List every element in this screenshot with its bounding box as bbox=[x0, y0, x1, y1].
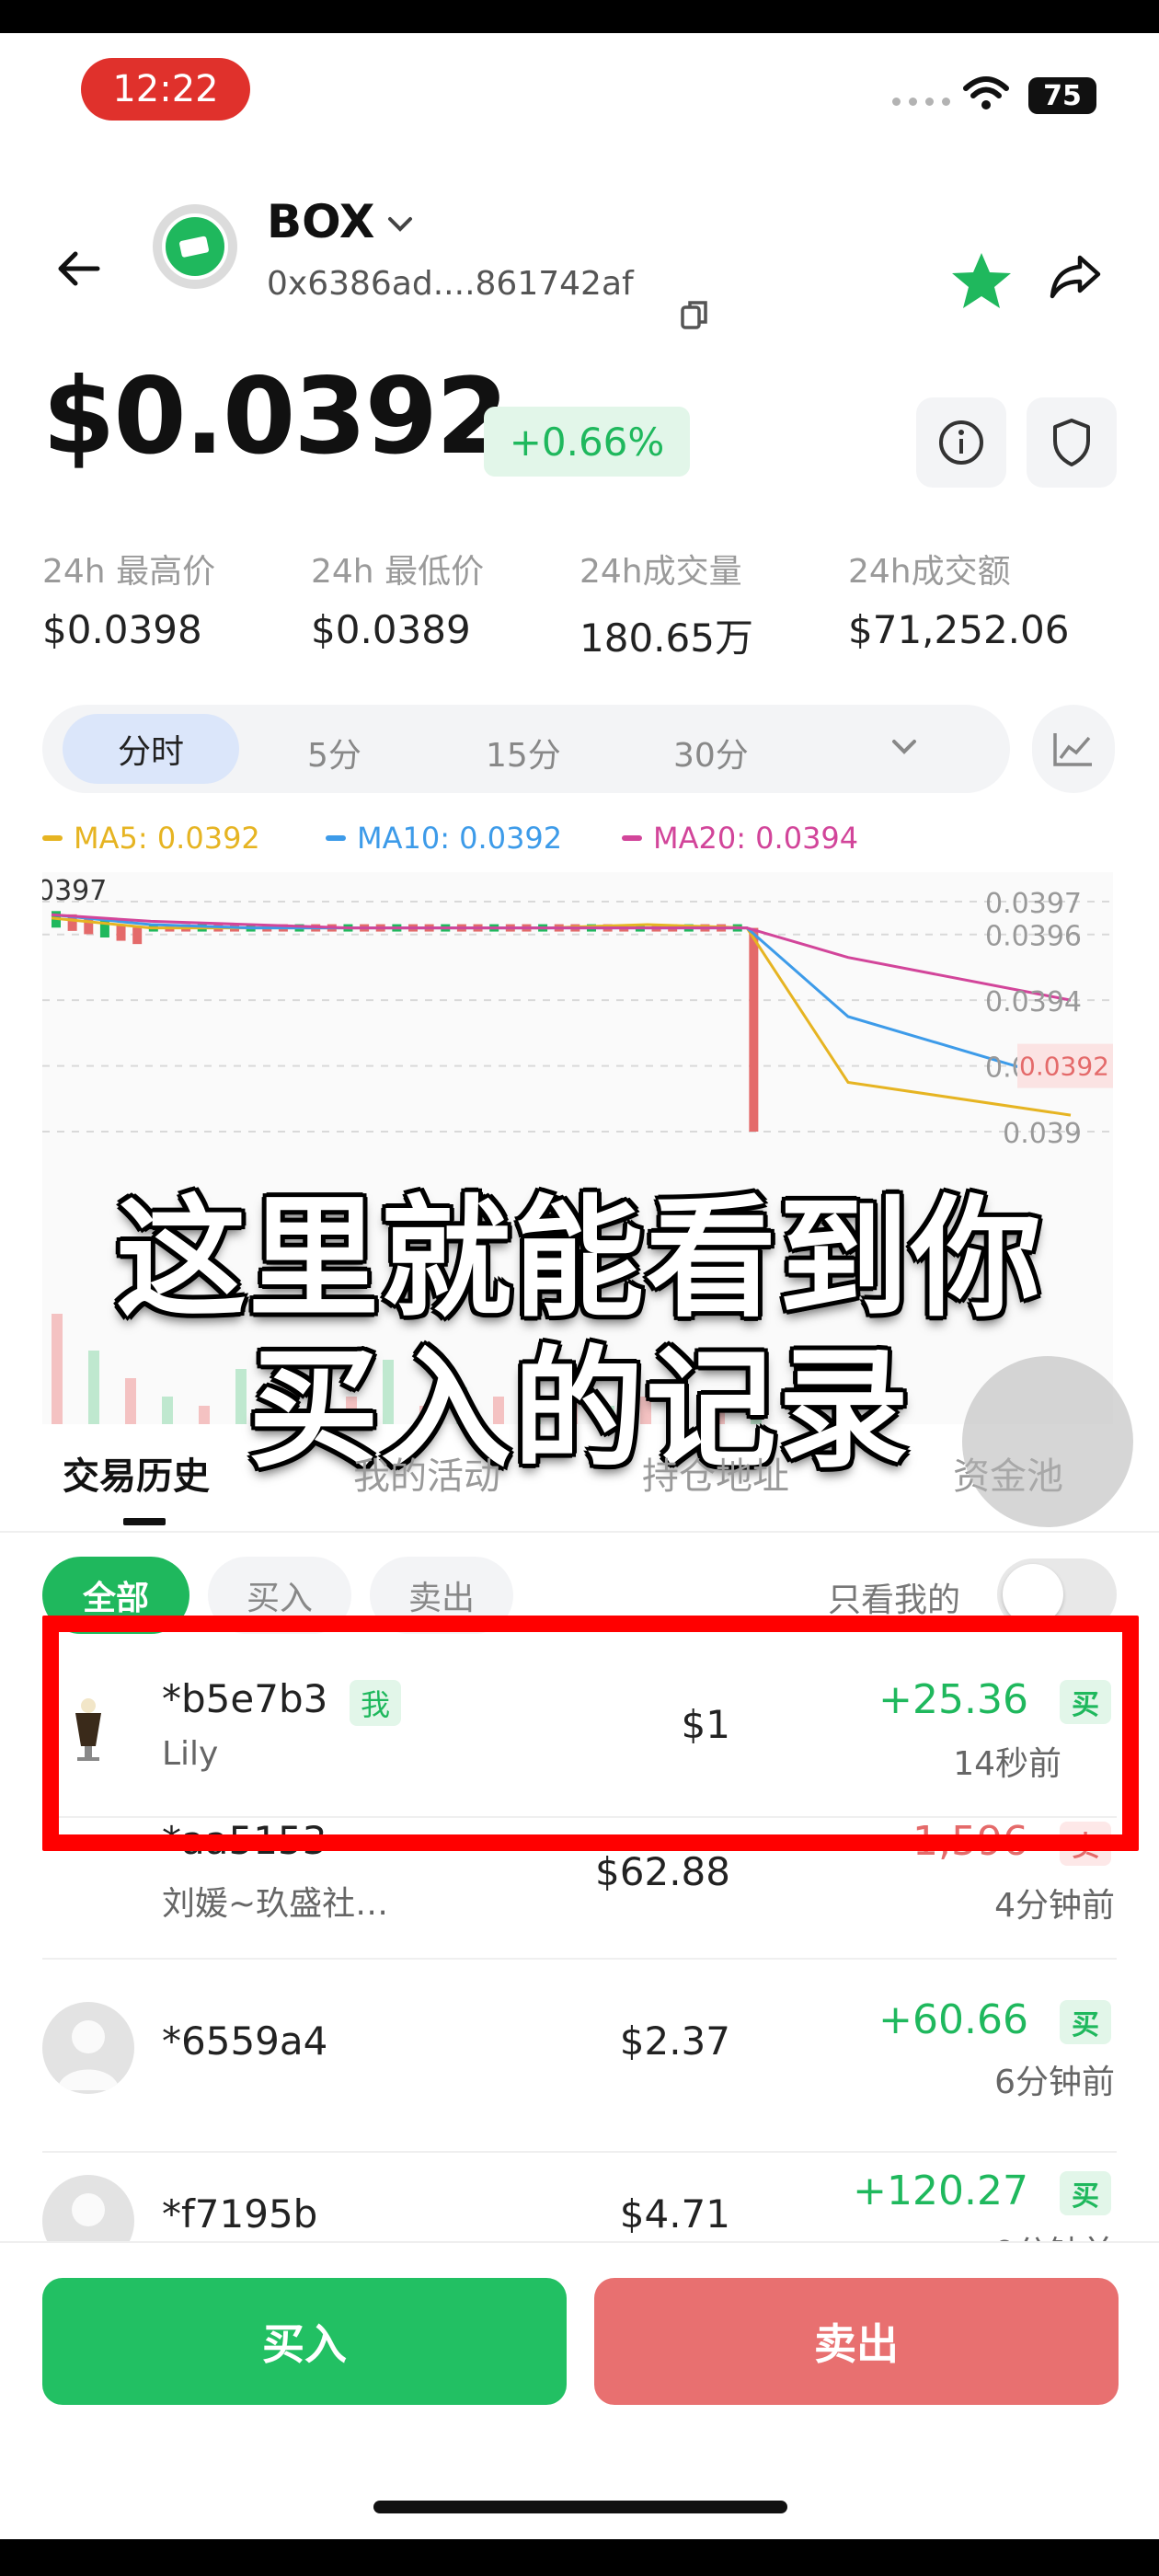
y-tick-label: 0.039 bbox=[1003, 1118, 1082, 1150]
stat-label: 24h成交量 bbox=[580, 553, 742, 591]
trade-amount: +120.27 bbox=[853, 2168, 1028, 2214]
trade-usd: $2.37 bbox=[619, 2018, 730, 2064]
action-bar-divider bbox=[0, 2241, 1159, 2243]
tab-holders[interactable]: 持仓地址 bbox=[642, 1446, 789, 1500]
buy-button[interactable]: 买入 bbox=[42, 2278, 567, 2405]
interval-tab-30m[interactable]: 30分 bbox=[673, 729, 749, 776]
copy-icon[interactable] bbox=[681, 300, 708, 331]
ma-line-ma5 bbox=[51, 916, 1072, 1117]
stat-low: 24h 最低价 $0.0389 bbox=[311, 545, 578, 652]
status-time: 12:22 bbox=[81, 58, 250, 121]
token-address: 0x6386ad....861742af bbox=[267, 265, 634, 303]
token-price: $0.0392 bbox=[42, 355, 509, 477]
trade-usd: $4.71 bbox=[619, 2191, 730, 2237]
trade-usd: $62.88 bbox=[595, 1849, 730, 1894]
info-button[interactable] bbox=[916, 397, 1006, 488]
active-tab-indicator bbox=[123, 1518, 166, 1525]
trade-time: 6分钟前 bbox=[994, 2064, 1115, 2101]
trader-address: *6559a4 bbox=[162, 2018, 328, 2064]
ma-line-ma10 bbox=[51, 913, 1072, 1084]
home-indicator[interactable] bbox=[373, 2501, 787, 2513]
trader-name: 刘媛~玖盛社… bbox=[162, 1885, 389, 1923]
stat-turnover: 24h成交额 $71,252.06 bbox=[848, 545, 1115, 652]
ma5-legend: MA5: 0.0392 bbox=[42, 821, 260, 856]
share-icon[interactable] bbox=[1049, 254, 1102, 300]
row-divider bbox=[42, 1958, 1117, 1960]
signal-dots-icon bbox=[892, 98, 950, 106]
highlight-box bbox=[42, 1616, 1139, 1851]
wifi-icon bbox=[963, 76, 1009, 109]
ma10-swatch bbox=[326, 835, 346, 841]
candle bbox=[116, 924, 126, 941]
ma10-label: MA10: 0.0392 bbox=[357, 821, 563, 856]
trade-amount: +60.66 bbox=[878, 1996, 1028, 2043]
sell-button[interactable]: 卖出 bbox=[594, 2278, 1119, 2405]
ma20-legend: MA20: 0.0394 bbox=[622, 821, 858, 856]
line-chart-icon bbox=[1053, 733, 1092, 766]
default-avatar-icon bbox=[57, 2020, 120, 2090]
ma20-swatch bbox=[622, 835, 642, 841]
candle bbox=[132, 927, 143, 945]
stat-value: 180.65万 bbox=[580, 615, 753, 661]
stat-high: 24h 最高价 $0.0398 bbox=[42, 545, 309, 652]
ma10-legend: MA10: 0.0392 bbox=[326, 821, 562, 856]
stat-volume: 24h成交量 180.65万 bbox=[580, 545, 846, 663]
stat-label: 24h成交额 bbox=[848, 553, 1011, 591]
floating-assistive-button[interactable] bbox=[962, 1356, 1133, 1527]
tab-my-activity[interactable]: 我的活动 bbox=[353, 1446, 500, 1500]
interval-tab-15m[interactable]: 15分 bbox=[486, 729, 561, 776]
left-price-label: 0397 bbox=[42, 875, 107, 907]
trade-row[interactable]: *6559a4 $2.37 +60.66 买 6分钟前 bbox=[42, 1996, 1117, 2175]
row-divider bbox=[42, 2151, 1117, 2153]
battery-icon: 75 bbox=[1028, 77, 1096, 114]
ma5-label: MA5: 0.0392 bbox=[74, 821, 260, 856]
y-tick-label: 0.0394 bbox=[985, 986, 1082, 1018]
stat-label: 24h 最高价 bbox=[42, 553, 216, 591]
ma20-label: MA20: 0.0394 bbox=[653, 821, 859, 856]
stat-value: $71,252.06 bbox=[848, 607, 1070, 652]
avatar bbox=[42, 2002, 134, 2094]
y-tick-label: 0.0397 bbox=[985, 888, 1082, 920]
trade-time: 4分钟前 bbox=[994, 1887, 1115, 1925]
info-icon bbox=[939, 420, 983, 465]
trader-address: *f7195b bbox=[162, 2191, 318, 2237]
trade-side-badge: 买 bbox=[1060, 2171, 1111, 2215]
token-name[interactable]: BOX bbox=[267, 195, 374, 248]
candle bbox=[749, 927, 759, 1132]
trade-side-badge: 买 bbox=[1060, 2000, 1111, 2044]
stat-value: $0.0389 bbox=[311, 607, 471, 652]
interval-tab-timeshare[interactable]: 分时 bbox=[63, 714, 239, 784]
ma5-swatch bbox=[42, 835, 63, 841]
back-arrow-icon[interactable] bbox=[57, 250, 101, 287]
current-price-label: 0.0392 bbox=[1019, 1052, 1109, 1082]
stat-value: $0.0398 bbox=[42, 607, 202, 652]
interval-more-chevron-icon[interactable] bbox=[890, 738, 918, 756]
indicator-button[interactable] bbox=[1032, 705, 1115, 793]
box-logo-icon bbox=[179, 236, 210, 258]
app-screen: 12:22 75 BOX 0x6386ad....861742af $0.039… bbox=[0, 33, 1159, 2539]
tab-trade-history[interactable]: 交易历史 bbox=[63, 1446, 210, 1500]
y-tick-label: 0.0396 bbox=[985, 921, 1082, 953]
stat-label: 24h 最低价 bbox=[311, 553, 485, 591]
price-change-badge: +0.66% bbox=[484, 407, 690, 477]
token-logo bbox=[153, 204, 237, 289]
chevron-down-icon[interactable] bbox=[386, 215, 414, 234]
shield-icon bbox=[1053, 419, 1090, 466]
tabs-divider bbox=[0, 1531, 1159, 1533]
favorite-star-icon[interactable] bbox=[949, 250, 1014, 311]
security-button[interactable] bbox=[1027, 397, 1117, 488]
only-mine-label: 只看我的 bbox=[828, 1581, 961, 1619]
interval-tab-5m[interactable]: 5分 bbox=[307, 729, 361, 776]
